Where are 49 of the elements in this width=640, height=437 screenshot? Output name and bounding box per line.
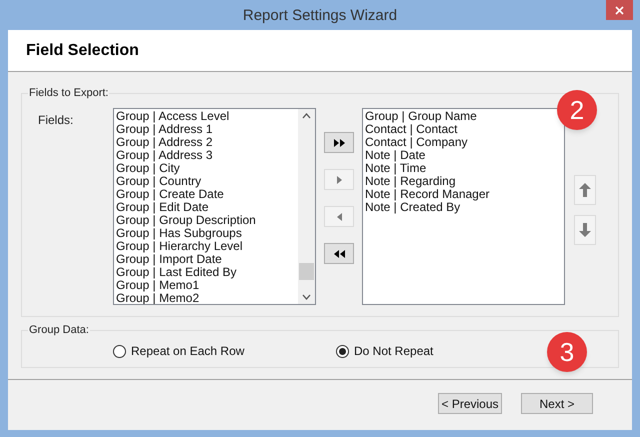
step-badge: 3 [547,332,587,372]
list-item[interactable]: Group | Edit Date [116,201,208,214]
close-icon [615,6,624,14]
list-item[interactable]: Group | Address 2 [116,136,213,149]
list-item[interactable]: Group | Country [116,175,202,188]
list-item[interactable]: Group | Memo1 [116,279,200,292]
list-item[interactable]: Group | Address 1 [116,123,213,136]
list-item[interactable]: Group | Access Level [116,110,230,123]
scroll-up-icon[interactable] [302,113,311,119]
field-label: Fields: [37,112,74,129]
list-box[interactable]: Group | Group Name Contact | Contact Contact | Company Note | Date Note | Time Note | Regarding Note | Record Manager Note | Created By [362,108,565,305]
list-item[interactable]: Group | Has Subgroups [116,227,242,240]
list-item[interactable]: Group | Group Description [116,214,256,227]
double-right-arrow-icon [332,138,346,148]
radio-button[interactable] [113,344,126,358]
list-item[interactable]: Note | Record Manager [365,188,490,201]
double-left-arrow-icon [332,248,346,258]
window-title: Report Settings Wizard [242,6,398,26]
up-arrow-icon [579,183,591,197]
wizard-button[interactable]: Next > [521,393,593,414]
radio-option[interactable]: Repeat on Each Row [113,342,336,360]
group-title: Fields to Export: [28,86,110,100]
list-item[interactable]: Note | Created By [365,201,460,214]
group-title: Group Data: [28,323,90,337]
list-item[interactable]: Group | City [116,162,180,175]
list-item[interactable]: Note | Regarding [365,175,456,188]
list-item[interactable]: Group | Group Name [365,110,477,123]
radio-button[interactable] [336,344,349,358]
list-item[interactable]: Group | Create Date [116,188,224,201]
step-badge: 2 [557,90,597,130]
list-item[interactable]: Group | Last Edited By [116,266,237,279]
scroll-thumb[interactable] [299,263,314,280]
list-item[interactable]: Contact | Company [365,136,468,149]
down-arrow-icon [579,223,591,237]
radio-option[interactable]: Do Not Repeat [336,342,434,360]
move-button[interactable] [324,132,354,153]
list-item[interactable]: Group | Address 3 [116,149,213,162]
list-box[interactable] [113,108,316,305]
list-item[interactable]: Note | Date [365,149,426,162]
wizard-button[interactable]: < Previous [438,393,502,414]
move-button[interactable] [324,243,354,264]
page-heading: Field Selection [26,40,139,60]
list-item[interactable]: Group | Hierarchy Level [116,240,243,253]
close-button[interactable] [606,0,633,20]
scroll-bar[interactable] [298,109,315,304]
list-item[interactable]: Contact | Contact [365,123,458,136]
list-item[interactable]: Group | Import Date [116,253,222,266]
list-item[interactable]: Note | Time [365,162,426,175]
scroll-down-icon[interactable] [302,294,311,300]
